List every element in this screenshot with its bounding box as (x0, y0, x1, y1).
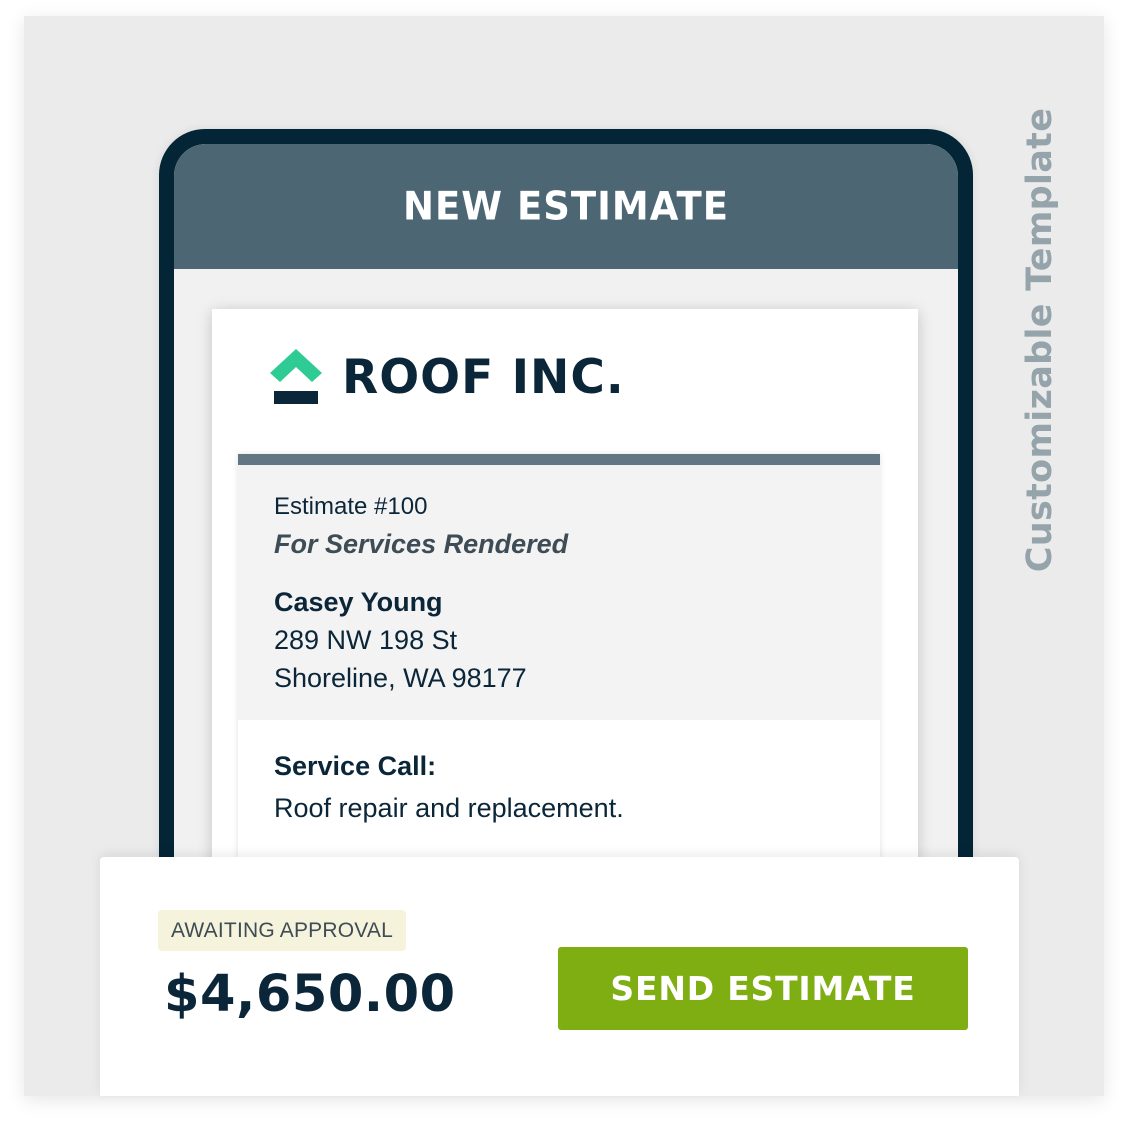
status-badge: AWAITING APPROVAL (158, 910, 407, 951)
send-estimate-button[interactable]: SEND ESTIMATE (558, 947, 968, 1030)
company-name: ROOF INC. (342, 349, 625, 405)
estimate-total: $4,650.00 (164, 965, 456, 1024)
screen-title: NEW ESTIMATE (403, 183, 729, 230)
service-description: Roof repair and replacement. (274, 793, 624, 823)
client-address-line2: Shoreline, WA 98177 (274, 663, 527, 693)
estimate-info: Estimate #100 For Services Rendered Case… (238, 465, 880, 720)
estimate-subtitle: For Services Rendered (274, 529, 569, 559)
client-address-line1: 289 NW 198 St (274, 625, 458, 655)
service-label: Service Call: (274, 751, 437, 781)
side-caption: Customizable Template (1020, 107, 1060, 573)
phone-screen: NEW ESTIMATE ROOF INC. Estimate #100 For… (174, 144, 958, 889)
estimate-details: Estimate #100 For Services Rendered Case… (238, 454, 880, 889)
estimate-number: Estimate #100 (274, 493, 428, 520)
estimate-footer: AWAITING APPROVAL $4,650.00 SEND ESTIMAT… (100, 857, 1019, 1096)
brand-logo: ROOF INC. (270, 349, 625, 405)
client-name: Casey Young (274, 587, 443, 617)
roof-logo-icon (270, 349, 322, 405)
service-info: Service Call: Roof repair and replacemen… (238, 720, 880, 856)
screen-header: NEW ESTIMATE (174, 144, 958, 269)
estimate-document: ROOF INC. Estimate #100 For Services Ren… (212, 309, 918, 889)
phone-frame: NEW ESTIMATE ROOF INC. Estimate #100 For… (159, 129, 973, 889)
